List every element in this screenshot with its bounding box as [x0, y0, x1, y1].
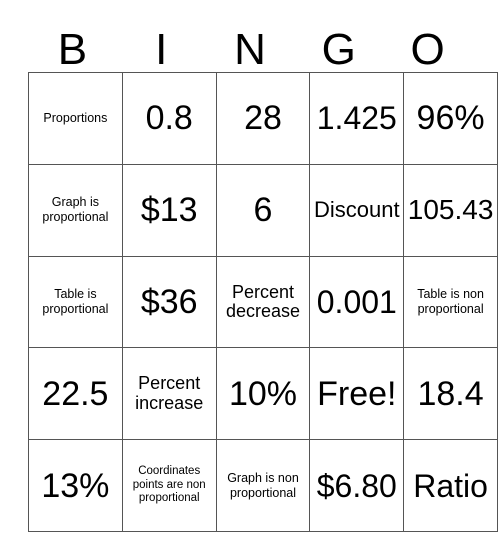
- bingo-cell-text: 28: [244, 99, 282, 138]
- bingo-cell-b3[interactable]: Table is proportional: [28, 255, 123, 349]
- bingo-cell-text: Proportions: [43, 111, 108, 126]
- bingo-cell-g1[interactable]: 1.425: [309, 72, 405, 165]
- bingo-cell-text: 0.8: [145, 99, 193, 138]
- bingo-cell-text: 96%: [416, 99, 485, 138]
- bingo-grid: Proportions 0.8 28 1.425 96% Graph is pr…: [28, 72, 498, 532]
- bingo-header-letter-o: O: [410, 25, 445, 74]
- bingo-cell-text: 105.43: [407, 194, 494, 226]
- bingo-row: 13% Coordinates points are non proportio…: [28, 439, 498, 532]
- bingo-cell-i1[interactable]: 0.8: [121, 72, 217, 165]
- bingo-cell-g5[interactable]: $6.80: [309, 439, 405, 532]
- bingo-card: B I N G O Proportions 0.8 28 1.425 96% G…: [28, 16, 498, 532]
- bingo-cell-text: Percent increase: [135, 373, 204, 413]
- bingo-header-letter-g: G: [321, 25, 356, 74]
- bingo-header-letter-b: B: [57, 25, 88, 74]
- bingo-cell-n2[interactable]: 6: [215, 163, 311, 257]
- bingo-cell-o4[interactable]: 18.4: [403, 347, 498, 441]
- bingo-cell-n5[interactable]: Graph is non proportional: [215, 439, 311, 532]
- bingo-cell-i2[interactable]: $13: [121, 163, 217, 257]
- bingo-cell-text: 10%: [228, 374, 298, 413]
- bingo-cell-text: 6: [253, 191, 273, 230]
- bingo-header-letter-i: I: [155, 25, 168, 74]
- bingo-cell-b2[interactable]: Graph is proportional: [28, 163, 123, 257]
- bingo-cell-text: Percent decrease: [225, 281, 301, 321]
- bingo-cell-b1[interactable]: Proportions: [28, 72, 123, 165]
- bingo-row: Table is proportional $36 Percent decrea…: [28, 255, 498, 349]
- bingo-cell-b5[interactable]: 13%: [28, 439, 123, 532]
- bingo-cell-g3[interactable]: 0.001: [309, 255, 405, 349]
- bingo-cell-text: Table is proportional: [42, 287, 109, 316]
- bingo-cell-text: $13: [140, 191, 198, 230]
- bingo-row: 22.5 Percent increase 10% Free! 18.4: [28, 347, 498, 441]
- bingo-cell-i5[interactable]: Coordinates points are non proportional: [121, 439, 217, 532]
- bingo-cell-i3[interactable]: $36: [121, 255, 217, 349]
- bingo-header-letter-n: N: [234, 25, 266, 74]
- bingo-cell-o3[interactable]: Table is non proportional: [403, 255, 498, 349]
- bingo-cell-text: Table is non proportional: [417, 287, 484, 316]
- bingo-cell-o5[interactable]: Ratio: [403, 439, 498, 532]
- bingo-cell-text: 13%: [41, 466, 110, 505]
- bingo-row: Graph is proportional $13 6 Discount 105…: [28, 163, 498, 257]
- bingo-cell-text: 22.5: [42, 374, 109, 413]
- bingo-cell-text: 1.425: [316, 100, 397, 137]
- bingo-cell-text: Free!: [317, 374, 397, 413]
- bingo-cell-o1[interactable]: 96%: [403, 72, 498, 165]
- bingo-cell-text: 18.4: [417, 374, 484, 413]
- bingo-cell-text: Ratio: [413, 467, 488, 504]
- bingo-cell-g2[interactable]: Discount: [309, 163, 405, 257]
- bingo-cell-text: 0.001: [316, 283, 397, 320]
- bingo-header-row: B I N G O: [28, 16, 472, 72]
- bingo-cell-b4[interactable]: 22.5: [28, 347, 123, 441]
- bingo-cell-o2[interactable]: 105.43: [403, 163, 498, 257]
- bingo-row: Proportions 0.8 28 1.425 96%: [28, 72, 498, 165]
- bingo-cell-free[interactable]: Free!: [309, 347, 405, 441]
- bingo-cell-n3[interactable]: Percent decrease: [215, 255, 311, 349]
- bingo-cell-i4[interactable]: Percent increase: [121, 347, 217, 441]
- bingo-cell-text: Graph is non proportional: [227, 470, 299, 500]
- bingo-cell-n1[interactable]: 28: [215, 72, 311, 165]
- bingo-cell-text: Coordinates points are non proportional: [132, 464, 206, 505]
- bingo-cell-text: $6.80: [316, 467, 397, 504]
- bingo-cell-text: Graph is proportional: [42, 195, 109, 225]
- bingo-cell-text: Discount: [313, 196, 400, 222]
- bingo-cell-n4[interactable]: 10%: [215, 347, 311, 441]
- bingo-cell-text: $36: [140, 282, 198, 321]
